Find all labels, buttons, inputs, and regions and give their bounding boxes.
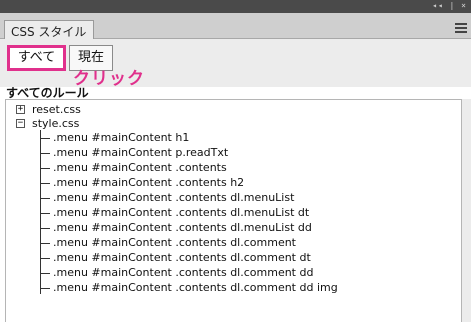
tree-branch xyxy=(40,243,50,244)
collapse-icon[interactable]: − xyxy=(16,119,25,128)
titlebar-controls[interactable]: ◂◂ | × xyxy=(432,1,467,10)
file-node-style[interactable]: style.css xyxy=(32,117,79,130)
tree-branch xyxy=(40,228,50,229)
tree-branch xyxy=(40,183,50,184)
rule-item[interactable]: .menu #mainContent p.readTxt xyxy=(53,146,228,159)
rule-item[interactable]: .menu #mainContent .contents dl.comment … xyxy=(53,266,313,279)
toolbar: すべて 現在 xyxy=(0,39,471,87)
rule-item[interactable]: .menu #mainContent .contents dl.comment … xyxy=(53,251,311,264)
rule-item[interactable]: .menu #mainContent h1 xyxy=(53,131,189,144)
rule-item[interactable]: .menu #mainContent .contents dl.menuList… xyxy=(53,206,309,219)
rule-item[interactable]: .menu #mainContent .contents h2 xyxy=(53,176,244,189)
rule-item[interactable]: .menu #mainContent .contents dl.menuList xyxy=(53,191,294,204)
expand-icon[interactable]: + xyxy=(16,105,25,114)
tree-branch xyxy=(40,213,50,214)
panel-tabbar: CSS スタイル xyxy=(0,13,471,40)
scrollbar[interactable] xyxy=(462,99,471,322)
rule-item[interactable]: .menu #mainContent .contents dl.menuList… xyxy=(53,221,312,234)
panel-titlebar: ◂◂ | × xyxy=(0,0,471,13)
tree-branch xyxy=(40,168,50,169)
rules-tree[interactable]: + reset.css − style.css .menu #mainConte… xyxy=(5,99,462,322)
tree-branch xyxy=(40,273,50,274)
tree-branch xyxy=(40,258,50,259)
tab-css-styles[interactable]: CSS スタイル xyxy=(4,20,94,40)
tree-branch xyxy=(40,138,50,139)
rule-item[interactable]: .menu #mainContent .contents dl.comment xyxy=(53,236,296,249)
tree-branch xyxy=(40,198,50,199)
tree-branch xyxy=(40,153,50,154)
panel-menu-icon[interactable] xyxy=(455,23,467,33)
file-node-reset[interactable]: reset.css xyxy=(32,103,81,116)
rule-item[interactable]: .menu #mainContent .contents xyxy=(53,161,227,174)
all-rules-button[interactable]: すべて xyxy=(7,45,66,71)
rule-item[interactable]: .menu #mainContent .contents dl.comment … xyxy=(53,281,338,294)
tree-connector xyxy=(40,130,41,294)
tree-branch xyxy=(40,288,50,289)
